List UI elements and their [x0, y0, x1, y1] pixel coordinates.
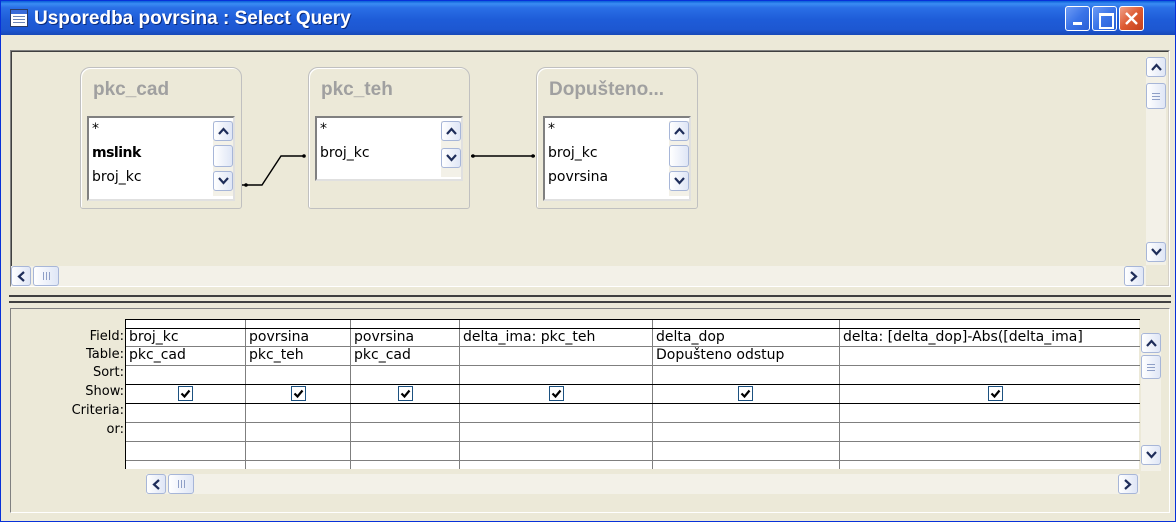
field-item-primary-key[interactable]: mslink: [92, 145, 141, 161]
arrow-down-icon[interactable]: [669, 171, 689, 191]
table-title[interactable]: Dopušteno...: [549, 79, 664, 101]
field-list-scrollbar[interactable]: [669, 121, 689, 196]
field-listbox[interactable]: * mslink broj_kc: [87, 116, 235, 201]
table-pane-vscrollbar[interactable]: [1146, 57, 1166, 265]
field-item[interactable]: *: [548, 121, 555, 137]
field-list-scrollbar[interactable]: [213, 121, 233, 196]
arrow-down-icon[interactable]: [441, 148, 461, 168]
row-label-table: Table:: [86, 347, 124, 362]
arrow-up-icon[interactable]: [1141, 333, 1161, 353]
row-label-field: Field:: [89, 329, 124, 344]
scroll-thumb[interactable]: [1146, 83, 1166, 109]
arrow-right-icon[interactable]: [1124, 266, 1144, 286]
scroll-thumb[interactable]: [669, 145, 689, 167]
grid-hscrollbar[interactable]: [146, 474, 1140, 494]
arrow-up-icon[interactable]: [441, 121, 461, 141]
scroll-thumb[interactable]: [33, 266, 59, 286]
field-item[interactable]: *: [320, 121, 327, 137]
field-item[interactable]: *: [92, 121, 99, 137]
arrow-down-icon[interactable]: [1146, 242, 1166, 262]
table-title[interactable]: pkc_teh: [321, 79, 393, 101]
arrow-left-icon[interactable]: [11, 266, 31, 286]
row-label-or: or:: [106, 422, 124, 437]
arrow-down-icon[interactable]: [1141, 445, 1161, 465]
pane-splitter[interactable]: [9, 295, 1171, 303]
arrow-up-icon[interactable]: [213, 121, 233, 141]
cell-table[interactable]: pkc_cad: [129, 347, 244, 363]
cell-field[interactable]: delta: [delta_dop]-Abs([delta_ima]: [843, 329, 1139, 345]
row-label-sort: Sort:: [92, 365, 124, 380]
check-icon: [400, 389, 411, 399]
show-checkbox[interactable]: [398, 386, 413, 401]
field-item[interactable]: broj_kc: [548, 145, 598, 161]
field-item[interactable]: broj_kc: [92, 169, 142, 185]
grid-vscrollbar[interactable]: [1141, 333, 1161, 471]
field-listbox[interactable]: * broj_kc povrsina: [543, 116, 691, 201]
field-list-pkc-cad[interactable]: pkc_cad * mslink broj_kc: [80, 67, 242, 209]
check-icon: [293, 389, 304, 399]
query-design-window: Usporedba povrsina : Select Query pkc_ca…: [0, 0, 1176, 522]
show-checkbox[interactable]: [738, 386, 753, 401]
cell-table[interactable]: pkc_cad: [354, 347, 458, 363]
check-icon: [740, 389, 751, 399]
cell-field[interactable]: delta_ima: pkc_teh: [463, 329, 651, 345]
show-checkbox[interactable]: [291, 386, 306, 401]
field-list-pkc-teh[interactable]: pkc_teh * broj_kc: [308, 67, 470, 209]
row-label-show: Show:: [85, 384, 124, 399]
arrow-up-icon[interactable]: [669, 121, 689, 141]
field-list-scrollbar[interactable]: [441, 121, 461, 177]
scroll-thumb[interactable]: [1141, 355, 1161, 379]
check-icon: [551, 389, 562, 399]
field-item[interactable]: povrsina: [548, 169, 608, 185]
field-item[interactable]: broj_kc: [320, 145, 370, 161]
cell-table[interactable]: Dopušteno odstup: [656, 347, 838, 363]
cell-table[interactable]: pkc_teh: [249, 347, 349, 363]
table-pane-hscrollbar[interactable]: [11, 266, 1146, 286]
arrow-right-icon[interactable]: [1118, 474, 1138, 494]
query-design-grid[interactable]: broj_kc povrsina povrsina delta_ima: pkc…: [125, 319, 1140, 469]
scroll-thumb[interactable]: [213, 145, 233, 167]
check-icon: [180, 389, 191, 399]
cell-field[interactable]: broj_kc: [129, 329, 244, 345]
arrow-left-icon[interactable]: [146, 474, 166, 494]
arrow-down-icon[interactable]: [213, 171, 233, 191]
table-title[interactable]: pkc_cad: [93, 79, 169, 101]
show-checkbox[interactable]: [178, 386, 193, 401]
cell-field[interactable]: delta_dop: [656, 329, 838, 345]
show-checkbox[interactable]: [549, 386, 564, 401]
row-label-criteria: Criteria:: [71, 403, 124, 418]
show-checkbox[interactable]: [988, 386, 1003, 401]
field-list-dopusteno[interactable]: Dopušteno... * broj_kc povrsina: [536, 67, 698, 209]
cell-field[interactable]: povrsina: [249, 329, 349, 345]
arrow-up-icon[interactable]: [1146, 57, 1166, 77]
field-listbox[interactable]: * broj_kc: [315, 116, 463, 181]
check-icon: [990, 389, 1001, 399]
scroll-thumb[interactable]: [168, 474, 194, 494]
cell-field[interactable]: povrsina: [354, 329, 458, 345]
join-line-1: [231, 155, 305, 186]
